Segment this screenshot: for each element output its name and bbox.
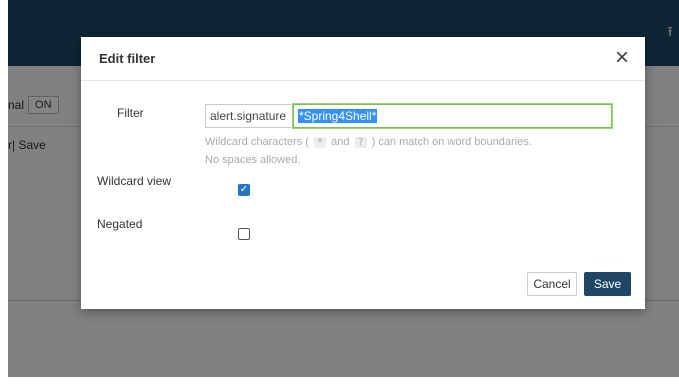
no-spaces-hint: No spaces allowed. <box>205 154 301 166</box>
negated-checkbox[interactable] <box>238 228 250 240</box>
negated-label: Negated <box>97 217 143 231</box>
wildcard-view-label: Wildcard view <box>97 174 172 188</box>
close-icon[interactable]: × <box>615 45 629 71</box>
filter-value-text: *Spring4Shell* <box>298 109 378 123</box>
modal-header: Edit filter × <box>81 37 645 81</box>
cancel-button[interactable]: Cancel <box>527 272 577 296</box>
filter-label: Filter <box>117 106 144 120</box>
hint-text: and <box>331 136 350 148</box>
edit-filter-dialog: Edit filter × Filter alert.signature *Sp… <box>81 37 645 309</box>
hint-question-code: ? <box>354 137 367 148</box>
filter-field-name: alert.signature <box>205 104 293 128</box>
page: ⭱ nal ON r| Save Edit filter × Filter al… <box>0 0 679 391</box>
checkmark-icon: ✓ <box>239 184 249 195</box>
wildcard-hint: Wildcard characters ( * and ? ) can matc… <box>205 136 532 148</box>
hint-text: ) can match on word boundaries. <box>371 136 532 148</box>
save-button[interactable]: Save <box>584 272 631 296</box>
hint-text: Wildcard characters ( <box>205 136 309 148</box>
filter-value-input[interactable]: *Spring4Shell* <box>292 103 613 129</box>
wildcard-view-checkbox[interactable]: ✓ <box>238 184 250 196</box>
modal-title: Edit filter <box>99 51 156 66</box>
hint-star-code: * <box>313 137 327 148</box>
